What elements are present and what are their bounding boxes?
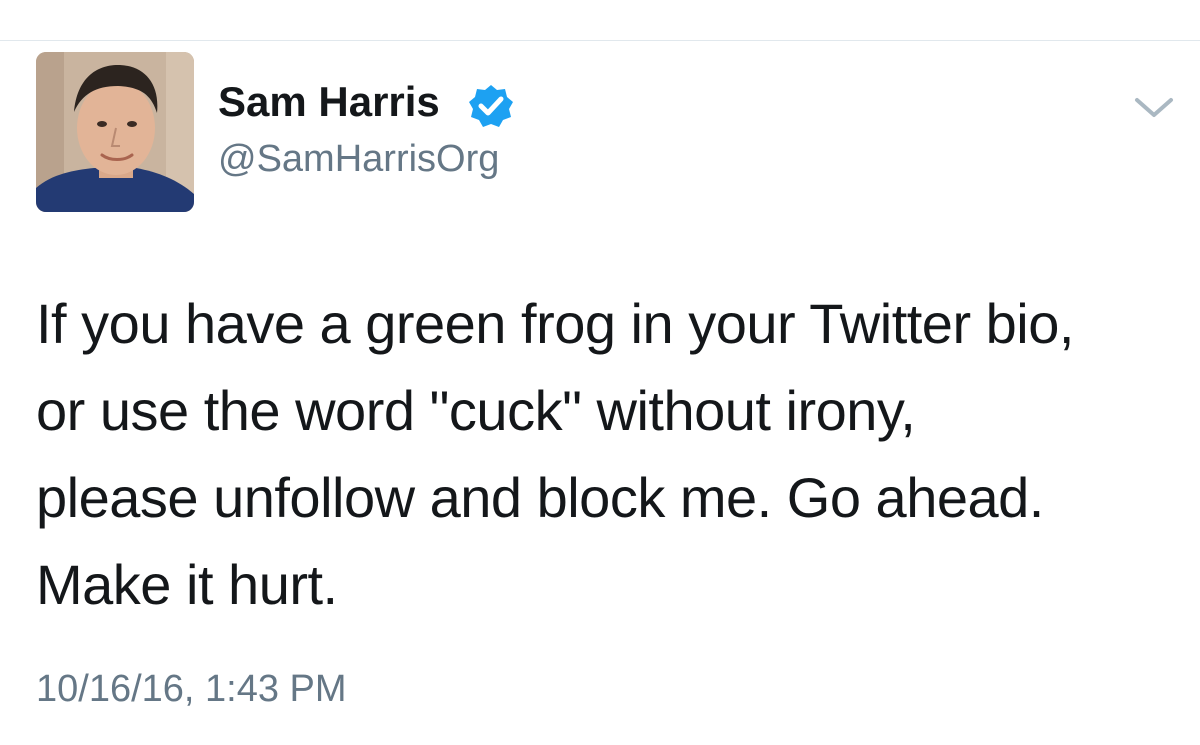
top-partial-icon <box>1030 0 1120 10</box>
tweet-screen: Sam Harris @SamHarrisOrg If you have a g… <box>0 0 1200 745</box>
top-divider <box>0 40 1200 41</box>
author-handle[interactable]: @SamHarrisOrg <box>218 138 499 181</box>
author-name[interactable]: Sam Harris <box>218 78 440 126</box>
verified-badge-icon <box>469 85 513 127</box>
tweet-line: Make it hurt. <box>36 553 338 616</box>
tweet-timestamp[interactable]: 10/16/16, 1:43 PM <box>36 668 347 711</box>
tweet-line: please unfollow and block me. Go ahead. <box>36 466 1044 529</box>
tweet-line: If you have a green frog in your Twitter… <box>36 292 1074 355</box>
top-bar <box>0 0 1200 40</box>
tweet-line: or use the word "cuck" without irony, <box>36 379 916 442</box>
chevron-down-icon[interactable] <box>1133 92 1175 122</box>
tweet-text: If you have a green frog in your Twitter… <box>36 280 1186 628</box>
avatar[interactable] <box>36 52 194 212</box>
avatar-image <box>36 52 194 212</box>
